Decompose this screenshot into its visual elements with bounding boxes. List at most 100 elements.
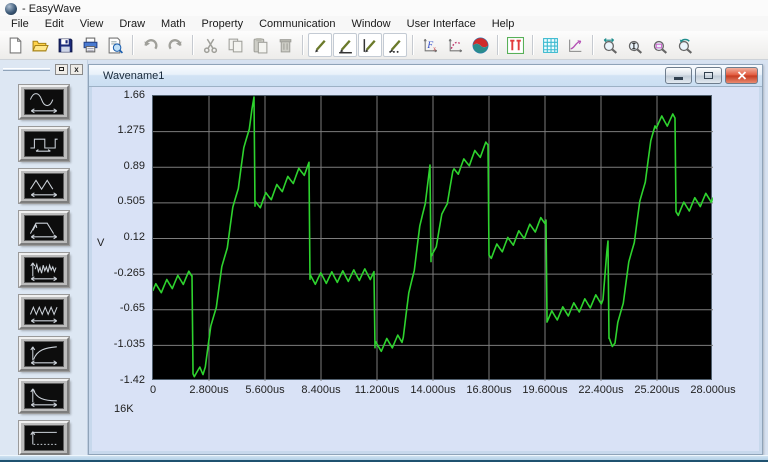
- wave-template-buttons: [0, 76, 87, 455]
- toolbar-separator: [592, 35, 593, 55]
- y-tick-label: 0.89: [124, 160, 145, 172]
- toolbar-separator: [302, 35, 303, 55]
- markers-button[interactable]: [503, 33, 527, 57]
- easywave-logo-icon: [5, 3, 17, 15]
- minimize-icon: [674, 77, 683, 80]
- palette-restore-button[interactable]: [55, 64, 68, 75]
- easywave-logo-button[interactable]: [468, 33, 492, 57]
- print-icon: [82, 37, 99, 54]
- x-tick-label: 19.600us: [517, 384, 573, 396]
- wave-template-zigzag-button[interactable]: [19, 295, 69, 329]
- new-file-button[interactable]: [3, 33, 27, 57]
- triangle-wave-icon: [24, 173, 64, 199]
- minimize-button[interactable]: [665, 67, 692, 84]
- cut-button: [198, 33, 222, 57]
- interpolation-button[interactable]: [563, 33, 587, 57]
- maximize-button[interactable]: [695, 67, 722, 84]
- menu-help[interactable]: Help: [484, 17, 523, 31]
- zoom-window-button[interactable]: [648, 33, 672, 57]
- x-tick-label: 25.200us: [629, 384, 685, 396]
- menu-view[interactable]: View: [72, 17, 112, 31]
- pen-points-icon: [387, 37, 404, 54]
- draw-vertical-button[interactable]: [358, 33, 382, 57]
- delete-icon: [277, 37, 294, 54]
- waveform-window-title-bar[interactable]: Wavename1: [89, 65, 762, 87]
- wave-palette-header: x: [0, 60, 87, 76]
- grid-icon: [542, 37, 559, 54]
- exp-rise-wave-icon: [24, 341, 64, 367]
- menu-math[interactable]: Math: [153, 17, 193, 31]
- window-bottom-edge: [0, 455, 768, 462]
- toolbar-separator: [192, 35, 193, 55]
- noise-wave-icon: [24, 257, 64, 283]
- wave-template-exp-fall-button[interactable]: [19, 379, 69, 413]
- toolbar: Fx: [0, 31, 768, 60]
- zoom-reset-icon: [677, 37, 694, 54]
- waveform-window-title: Wavename1: [103, 70, 662, 82]
- wave-template-triangle-button[interactable]: [19, 169, 69, 203]
- draw-points-button[interactable]: [383, 33, 407, 57]
- zoom-undo-button[interactable]: [673, 33, 697, 57]
- save-icon: [57, 37, 74, 54]
- zoom-rect-icon: [652, 37, 669, 54]
- copy-button: [223, 33, 247, 57]
- x-tick-label: 28.000us: [685, 384, 741, 396]
- pen-line-icon: [312, 37, 329, 54]
- print-button[interactable]: [78, 33, 102, 57]
- wave-template-noise-button[interactable]: [19, 253, 69, 287]
- y-tick-label: 1.275: [117, 124, 145, 136]
- draw-horizontal-button[interactable]: [333, 33, 357, 57]
- zoom-vertical-button[interactable]: [623, 33, 647, 57]
- menu-file[interactable]: File: [3, 17, 37, 31]
- trapezoid-wave-icon: [24, 215, 64, 241]
- equation-icon: Fx: [422, 37, 439, 54]
- menu-edit[interactable]: Edit: [37, 17, 72, 31]
- waveform-plot[interactable]: [152, 95, 712, 380]
- x-tick-label: 2.800us: [181, 384, 237, 396]
- paste-button: [248, 33, 272, 57]
- wave-template-trapezoid-button[interactable]: [19, 211, 69, 245]
- undo-icon: [142, 37, 159, 54]
- palette-gripper[interactable]: [3, 68, 50, 71]
- y-tick-label: -0.265: [114, 267, 145, 279]
- wave-template-exp-rise-button[interactable]: [19, 337, 69, 371]
- main-area: x Wavename1 1.661.2750.890.5050.12-0.265…: [0, 60, 768, 455]
- menu-user-interface[interactable]: User Interface: [399, 17, 484, 31]
- menu-draw[interactable]: Draw: [111, 17, 153, 31]
- menu-property[interactable]: Property: [194, 17, 252, 31]
- equation-editor-button[interactable]: Fx: [418, 33, 442, 57]
- coordinate-editor-button[interactable]: [443, 33, 467, 57]
- y-tick-label: 0.505: [117, 195, 145, 207]
- paste-icon: [252, 37, 269, 54]
- x-tick-label: 0: [125, 384, 181, 396]
- wave-template-square-button[interactable]: [19, 127, 69, 161]
- menu-communication[interactable]: Communication: [251, 17, 343, 31]
- app-title-bar: - EasyWave: [0, 0, 768, 16]
- zoom-h-icon: [602, 37, 619, 54]
- waveform-editor: 1.661.2750.890.5050.12-0.265-0.65-1.035-…: [92, 87, 759, 451]
- menu-bar: FileEditViewDrawMathPropertyCommunicatio…: [0, 16, 768, 31]
- x-tick-label: 11.200us: [349, 384, 405, 396]
- close-icon: [737, 71, 747, 80]
- restore-icon: [59, 67, 64, 71]
- menu-window[interactable]: Window: [344, 17, 399, 31]
- sample-count-label: 16K: [114, 403, 134, 415]
- palette-close-button[interactable]: x: [70, 64, 83, 75]
- y-tick-label: 1.66: [124, 89, 145, 101]
- new-icon: [7, 37, 24, 54]
- wave-template-dc-button[interactable]: [19, 421, 69, 455]
- open-file-button[interactable]: [28, 33, 52, 57]
- pen-vertical-icon: [362, 37, 379, 54]
- save-file-button[interactable]: [53, 33, 77, 57]
- show-grid-button[interactable]: [538, 33, 562, 57]
- redo-button: [163, 33, 187, 57]
- undo-button: [138, 33, 162, 57]
- x-tick-label: 16.800us: [461, 384, 517, 396]
- wave-template-sine-button[interactable]: [19, 85, 69, 119]
- close-button[interactable]: [725, 67, 758, 84]
- draw-line-button[interactable]: [308, 33, 332, 57]
- app-title: - EasyWave: [22, 3, 81, 15]
- zoom-horizontal-button[interactable]: [598, 33, 622, 57]
- copy-icon: [227, 37, 244, 54]
- print-preview-button[interactable]: [103, 33, 127, 57]
